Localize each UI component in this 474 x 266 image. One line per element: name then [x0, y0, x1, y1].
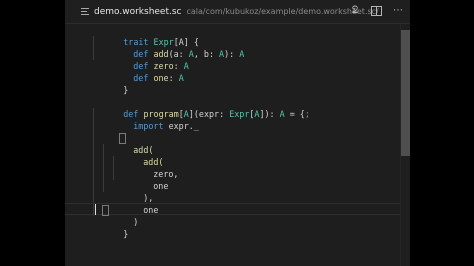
code-line: trait Expr[A] {: [93, 24, 199, 47]
code-line: }: [93, 72, 128, 95]
code-line: def program[A](expr: Expr[A]): A = {;: [93, 96, 310, 119]
code-text: expr._: [168, 121, 199, 131]
code-line: def add(a: A, b: A): A: [103, 36, 244, 59]
type-name: A: [183, 61, 189, 71]
bracket-match-highlight: [119, 133, 126, 144]
code-line: add(: [113, 144, 163, 167]
code-line: one: [123, 168, 168, 191]
code-text: ):: [224, 49, 240, 59]
code-editor[interactable]: trait Expr[A] { def add(a: A, b: A): A d…: [65, 24, 400, 266]
function-name: one: [153, 73, 169, 83]
code-line: import expr._: [103, 108, 199, 131]
run-worksheet-icon[interactable]: ᘖ: [349, 5, 361, 17]
scrollbar-thumb[interactable]: [401, 30, 410, 156]
code-line: add(: [103, 132, 153, 155]
code-text: = {: [284, 109, 305, 119]
type-name: A: [178, 73, 184, 83]
code-text: }: [123, 85, 129, 95]
code-line: def one: A: [103, 60, 183, 83]
code-line: def zero: A: [103, 48, 189, 71]
file-lines-icon: [81, 7, 89, 16]
code-line: zero,: [123, 156, 178, 179]
code-text: ): [133, 217, 139, 227]
code-text: :: [168, 73, 179, 83]
type-name: Expr: [229, 109, 250, 119]
editor-actions: ᘖ ⋯: [349, 5, 404, 17]
code-text: ;: [304, 109, 310, 119]
code-line: ),: [113, 180, 153, 203]
code-line: }: [93, 216, 128, 239]
type-name: A: [239, 49, 245, 59]
editor-tab-bar: demo.worksheet.sc cala/com/kubukoz/examp…: [65, 0, 410, 24]
code-text: , b:: [193, 49, 220, 59]
bracket-match-highlight: [102, 205, 109, 216]
keyword: def: [133, 73, 149, 83]
keyword: import: [133, 121, 164, 131]
code-text: ]):: [259, 109, 280, 119]
code-text: }: [123, 229, 129, 239]
more-actions-icon[interactable]: ⋯: [392, 5, 404, 17]
editor-window: demo.worksheet.sc cala/com/kubukoz/examp…: [65, 0, 410, 266]
tab-title[interactable]: demo.worksheet.sc: [94, 7, 182, 17]
text-cursor: [95, 204, 96, 215]
code-text: one: [153, 181, 169, 191]
split-editor-icon[interactable]: [371, 6, 382, 16]
